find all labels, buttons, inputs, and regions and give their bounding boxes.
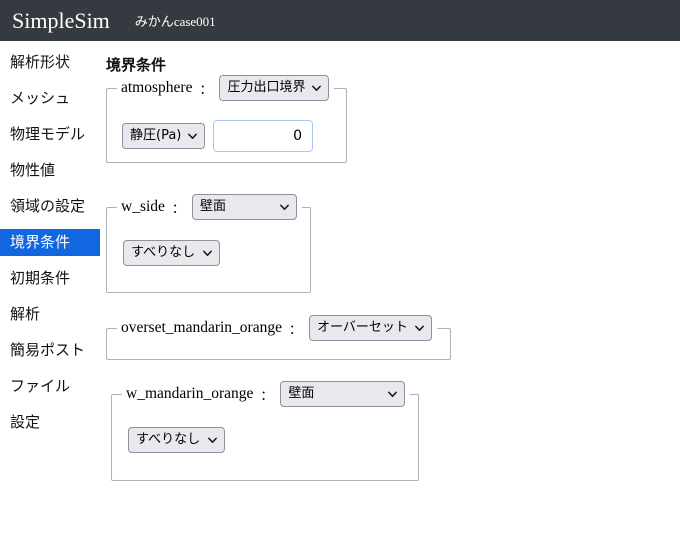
app-header: SimpleSim みかんcase001 <box>0 0 680 41</box>
app-brand: SimpleSim <box>12 7 110 33</box>
boundary-group-w-mandarin-orange: w_mandarin_orange ： 壁面 すべりなし <box>111 381 420 481</box>
w-side-type-select[interactable]: 壁面 <box>191 194 297 220</box>
atmosphere-type-select-wrap: 圧力出口境界 <box>219 75 330 101</box>
main-content: 境界条件 atmosphere ： 圧力出口境界 静圧(Pa) 0 w_side… <box>100 41 680 481</box>
sidebar-item-analysis[interactable]: 解析 <box>0 301 100 328</box>
atmosphere-sub-select-wrap: 静圧(Pa) <box>122 123 205 149</box>
atmosphere-pressure-value-input[interactable] <box>213 120 313 152</box>
boundary-group-w-side: w_side ： 壁面 すべりなし <box>106 194 311 293</box>
sidebar-item-geometry[interactable]: 解析形状 <box>0 49 100 76</box>
overset-type-select-wrap: オーバーセット <box>308 315 432 341</box>
sidebar-item-simple-post[interactable]: 簡易ポスト <box>0 337 100 364</box>
w-side-slip-select[interactable]: すべりなし <box>123 240 220 266</box>
w-side-slip-row: すべりなし <box>123 240 302 266</box>
legend-colon: ： <box>260 388 274 404</box>
app-body: 解析形状 メッシュ 物理モデル 物性値 領域の設定 境界条件 初期条件 解析 簡… <box>0 41 680 551</box>
boundary-name-overset-mandarin-orange: overset_mandarin_orange <box>121 319 282 336</box>
boundary-name-w-mandarin-orange: w_mandarin_orange <box>126 385 254 402</box>
atmosphere-pressure-type-select[interactable]: 静圧(Pa) <box>122 123 205 149</box>
sidebar: 解析形状 メッシュ 物理モデル 物性値 領域の設定 境界条件 初期条件 解析 簡… <box>0 41 100 445</box>
w-mandarin-orange-slip-row: すべりなし <box>128 427 410 453</box>
page-title: 境界条件 <box>106 56 167 74</box>
w-mandarin-orange-slip-select[interactable]: すべりなし <box>128 427 225 453</box>
atmosphere-value-row: 静圧(Pa) <box>122 120 338 152</box>
w-side-type-select-wrap: 壁面 <box>191 194 297 220</box>
case-prefix: みかん <box>134 15 174 30</box>
boundary-group-atmosphere-legend: atmosphere ： 圧力出口境界 <box>117 75 334 101</box>
case-label: みかんcase001 <box>135 11 216 30</box>
case-id: case001 <box>173 14 216 29</box>
w-mandarin-orange-sub-select-wrap: すべりなし <box>128 427 225 453</box>
boundary-group-overset-mandarin-orange: overset_mandarin_orange ： オーバーセット <box>106 315 451 360</box>
boundary-group-w-side-legend: w_side ： 壁面 <box>117 194 302 220</box>
w-mandarin-orange-type-select-wrap: 壁面 <box>280 381 406 407</box>
sidebar-item-material-properties[interactable]: 物性値 <box>0 157 100 184</box>
sidebar-item-settings[interactable]: 設定 <box>0 409 100 436</box>
sidebar-item-boundary-conditions[interactable]: 境界条件 <box>0 229 100 256</box>
boundary-name-atmosphere: atmosphere <box>121 79 193 96</box>
boundary-group-w-mandarin-orange-legend: w_mandarin_orange ： 壁面 <box>122 381 410 407</box>
legend-colon: ： <box>288 322 302 338</box>
overset-type-select[interactable]: オーバーセット <box>308 315 432 341</box>
atmosphere-type-select[interactable]: 圧力出口境界 <box>219 75 330 101</box>
w-mandarin-orange-type-select[interactable]: 壁面 <box>280 381 406 407</box>
w-side-sub-select-wrap: すべりなし <box>123 240 220 266</box>
sidebar-item-initial-conditions[interactable]: 初期条件 <box>0 265 100 292</box>
sidebar-item-physics-model[interactable]: 物理モデル <box>0 121 100 148</box>
legend-colon: ： <box>199 82 213 98</box>
legend-colon: ： <box>171 201 185 217</box>
boundary-group-atmosphere: atmosphere ： 圧力出口境界 静圧(Pa) <box>106 75 347 163</box>
boundary-group-overset-legend: overset_mandarin_orange ： オーバーセット <box>117 315 437 341</box>
sidebar-item-region-settings[interactable]: 領域の設定 <box>0 193 100 220</box>
sidebar-item-file[interactable]: ファイル <box>0 373 100 400</box>
sidebar-item-mesh[interactable]: メッシュ <box>0 85 100 112</box>
boundary-name-w-side: w_side <box>121 198 165 215</box>
